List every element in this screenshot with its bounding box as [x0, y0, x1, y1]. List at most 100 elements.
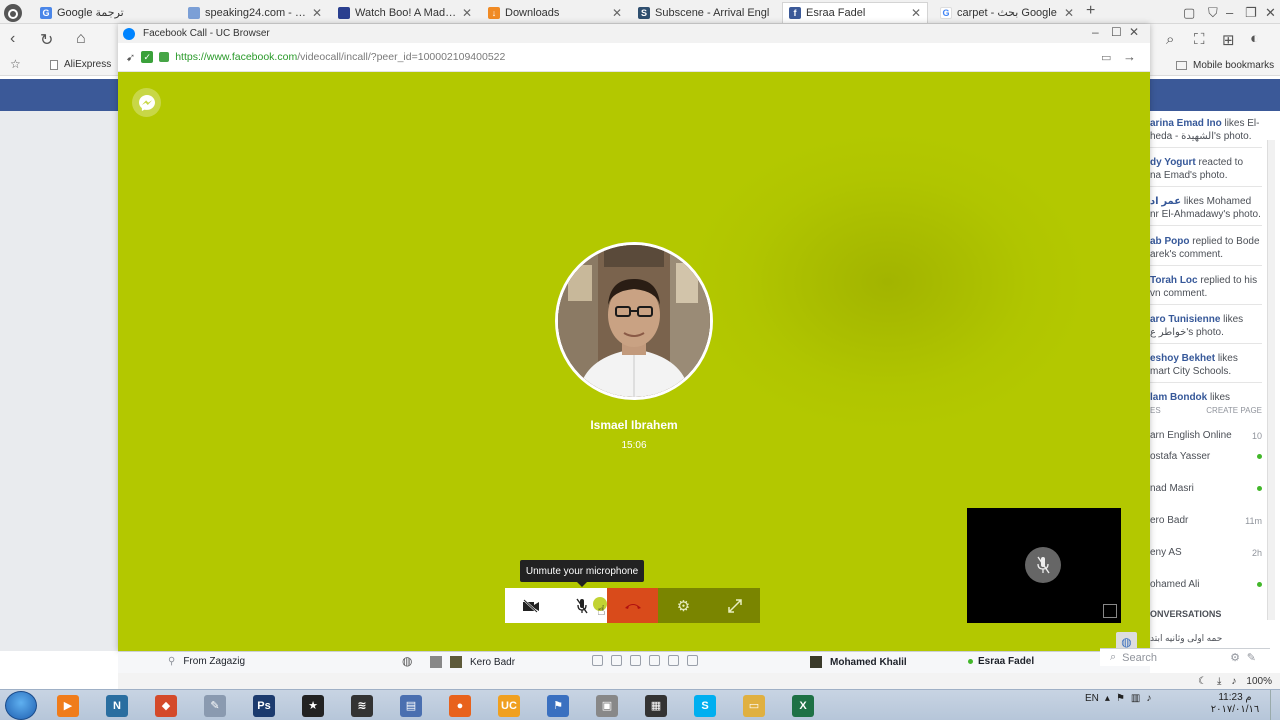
close-icon[interactable]: ✕ [312, 6, 322, 20]
ticker-item[interactable]: arina Emad Ino likes El-heda - الشهيدة's… [1150, 117, 1262, 143]
microphone-toggle-button[interactable]: ☝ [556, 588, 607, 623]
ticker-item[interactable]: عمر اد likes Mohamed nr El-Ahmadawy's pho… [1150, 195, 1262, 221]
taskbar-app-button[interactable]: X [783, 692, 823, 719]
taskbar-app-button[interactable]: ≋ [342, 692, 382, 719]
ticker-item[interactable]: aro Tunisienne likes خواطر ع's photo. [1150, 313, 1262, 339]
close-icon[interactable]: ✕ [462, 6, 472, 20]
reader-icon[interactable]: ▭ [1101, 51, 1111, 64]
network-icon[interactable]: ▥ [1131, 693, 1140, 704]
tab-subscene[interactable]: S Subscene - Arrival Engl [632, 2, 778, 23]
taskbar-app-button[interactable]: UC [489, 692, 529, 719]
shirt-icon[interactable]: ⛉ [1208, 5, 1218, 21]
ticker-item[interactable]: dy Yogurt reacted to na Emad's photo. [1150, 156, 1262, 182]
close-icon[interactable]: ✕ [911, 6, 921, 20]
new-tab-icon[interactable]: + [1086, 2, 1095, 20]
star-icon[interactable]: ☆ [10, 57, 21, 71]
contact-item[interactable]: eny AS 2h [1150, 547, 1262, 558]
volume-icon[interactable]: ♪ [1231, 676, 1236, 687]
ticker-item[interactable]: lam Bondok likes [1150, 391, 1262, 404]
tab-downloads[interactable]: ↓ Downloads ✕ [482, 2, 628, 23]
settings-button[interactable]: ⚙ [658, 588, 709, 623]
contact-item[interactable]: arn English Online 10 [1150, 430, 1262, 441]
flag-icon[interactable]: ⚑ [1116, 693, 1125, 704]
tab-esraa-fadel[interactable]: f Esraa Fadel ✕ [782, 2, 928, 23]
chat-tab-esraa-fadel[interactable]: Esraa Fadel [968, 656, 1034, 667]
tab-speaking24[interactable]: speaking24.com - find a ✕ [182, 2, 328, 23]
minimize-icon[interactable]: – [1092, 25, 1099, 39]
chat-input-icons[interactable] [592, 655, 698, 666]
gear-icon[interactable]: ⚙ [1230, 651, 1240, 664]
video-toggle-button[interactable] [505, 588, 556, 623]
restore-icon[interactable]: ❐ [1245, 5, 1257, 21]
go-arrow-icon[interactable]: → [1123, 49, 1136, 64]
language-indicator[interactable]: EN [1085, 693, 1099, 704]
taskbar-app-button[interactable]: ⚑ [538, 692, 578, 719]
contact-item[interactable]: ostafa Yasser [1150, 451, 1262, 462]
taskbar-app-button[interactable]: ▶ [48, 692, 88, 719]
tab-watch-boo[interactable]: Watch Boo! A Madea H ✕ [332, 2, 478, 23]
fullscreen-button[interactable] [709, 588, 760, 623]
chat-tab-mohamed-khalil[interactable]: Mohamed Khalil [810, 656, 907, 668]
globe-icon[interactable]: ◍ [402, 654, 412, 668]
contact-item[interactable]: nad Masri [1150, 483, 1262, 494]
taskbar-app-button[interactable]: ★ [293, 692, 333, 719]
contact-item[interactable]: ohamed Ali [1150, 579, 1262, 590]
tray-arrow-icon[interactable]: ▴ [1105, 693, 1110, 704]
start-button[interactable] [5, 691, 37, 720]
mic-muted-icon [575, 598, 588, 613]
mobile-bookmarks[interactable]: Mobile bookmarks [1176, 60, 1274, 71]
tab-list-icon[interactable]: ▢ [1183, 5, 1195, 21]
expand-preview-icon[interactable] [1103, 604, 1117, 618]
taskbar-app-button[interactable]: ● [440, 692, 480, 719]
zoom-level[interactable]: 100% [1246, 676, 1272, 687]
paint-icon: ✎ [204, 694, 226, 717]
create-page-link[interactable]: CREATE PAGE [1206, 406, 1262, 415]
chat-tab-kero-badr[interactable]: Kero Badr [430, 656, 515, 668]
close-icon[interactable]: ✕ [1064, 6, 1074, 20]
menu-icon[interactable]: ◐ [1250, 30, 1259, 47]
close-icon[interactable]: ✕ [612, 6, 622, 20]
taskbar-app-button[interactable]: ▦ [636, 692, 676, 719]
online-dot-icon [1257, 454, 1262, 459]
ticker-item[interactable]: Torah Loc replied to his vn comment. [1150, 274, 1262, 300]
conversation-item[interactable]: حمه اولى وثانيه ابتد [1150, 633, 1222, 644]
screenshot-icon[interactable]: ⛶ [1194, 31, 1205, 48]
taskbar-app-button[interactable]: ▤ [391, 692, 431, 719]
tab-carpet-google[interactable]: G carpet - بحث Google ✕ [934, 2, 1080, 23]
taskbar-app-button[interactable]: ▭ [734, 692, 774, 719]
volume-icon[interactable]: ♪ [1146, 693, 1151, 704]
contact-item[interactable]: ero Badr 11m [1150, 515, 1262, 526]
taskbar-app-button[interactable]: N [97, 692, 137, 719]
taskbar-app-button[interactable]: ▣ [587, 692, 627, 719]
apps-icon[interactable]: ⊞ [1222, 31, 1235, 49]
back-icon[interactable]: ‹ [10, 30, 15, 48]
taskbar-app-button[interactable]: ◆ [146, 692, 186, 719]
reload-icon[interactable]: ↻ [40, 30, 53, 50]
uc-browser-logo-icon[interactable] [2, 2, 24, 24]
tab-google-translate[interactable]: G Google ترجمة [34, 2, 180, 23]
chat-search-input[interactable]: ⌕ Search ⚙ ✎ [1100, 648, 1270, 666]
clock[interactable]: 11:23 م ٢٠١٧/٠١/١٦ [1205, 692, 1265, 716]
ticker-item[interactable]: eshoy Bekhet likes mart City Schools. [1150, 352, 1262, 378]
sidebar-scrollbar[interactable] [1267, 140, 1275, 620]
bookmark-aliexpress[interactable]: AliExpress [50, 59, 111, 70]
taskbar-app-button[interactable]: Ps [244, 692, 284, 719]
minimize-icon[interactable]: – [1226, 5, 1233, 20]
compose-icon[interactable]: ✎ [1247, 651, 1256, 664]
home-icon[interactable]: ⌂ [76, 30, 86, 48]
close-window-icon[interactable]: ✕ [1129, 25, 1139, 39]
taskbar-app-button[interactable]: ✎ [195, 692, 235, 719]
self-video-preview[interactable] [967, 508, 1121, 623]
popup-address-bar[interactable]: ➹ ✓ https://www.facebook.com/videocall/i… [118, 43, 1150, 72]
rocket-icon: ➹ [126, 51, 136, 64]
maximize-icon[interactable]: ☐ [1111, 25, 1122, 39]
night-mode-icon[interactable]: ☾ [1198, 676, 1207, 687]
show-desktop-button[interactable] [1270, 690, 1280, 720]
taskbar-app-button[interactable]: S [685, 692, 725, 719]
search-icon[interactable]: ⌕ [1166, 31, 1174, 48]
ticker-item[interactable]: ab Popo replied to Bode arek's comment. [1150, 235, 1262, 261]
download-icon[interactable]: ⤓ [1217, 676, 1221, 687]
close-window-icon[interactable]: ✕ [1265, 5, 1276, 21]
end-call-button[interactable] [607, 588, 658, 623]
url-text[interactable]: https://www.facebook.com/videocall/incal… [175, 51, 505, 63]
